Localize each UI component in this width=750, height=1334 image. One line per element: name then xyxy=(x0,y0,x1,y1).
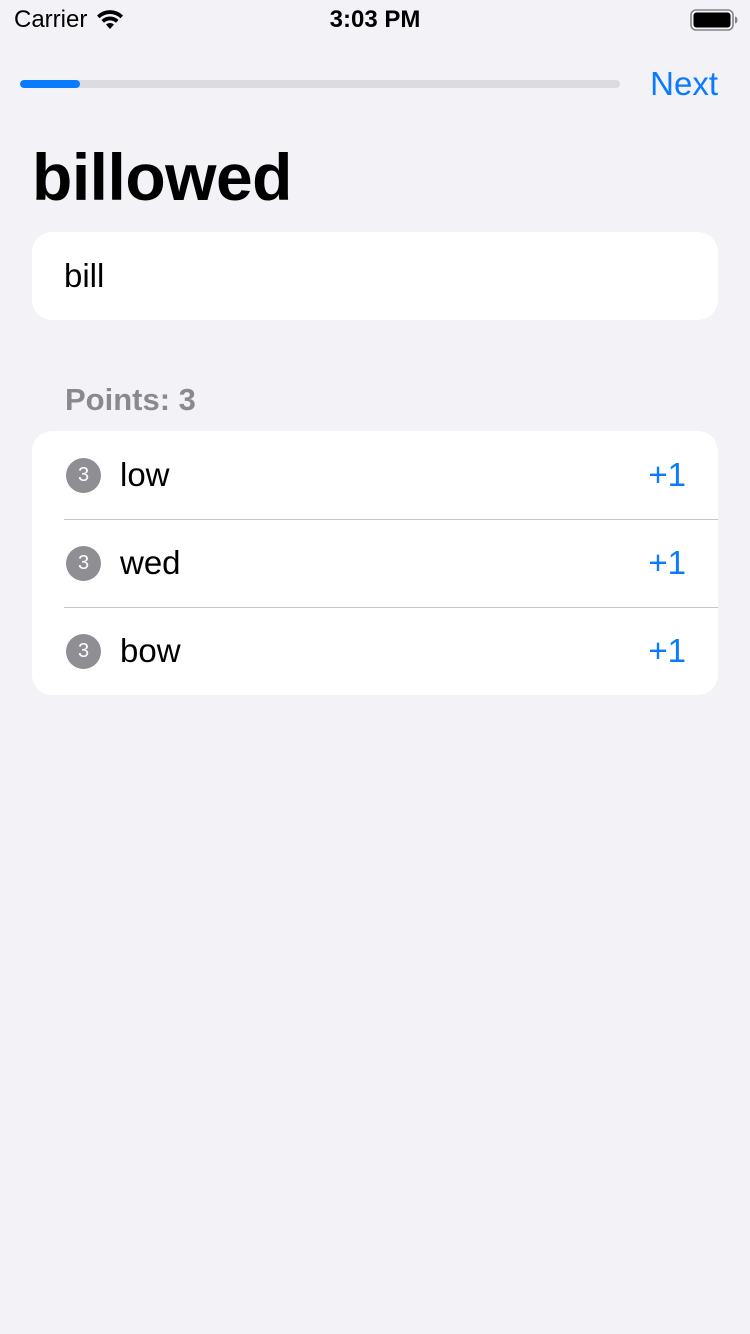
progress-fill xyxy=(20,80,80,88)
word-input-card xyxy=(32,232,718,320)
word-input[interactable] xyxy=(64,232,684,320)
list-item: 3 low +1 xyxy=(32,431,718,519)
word-list: 3 low +1 3 wed +1 3 bow +1 xyxy=(32,431,718,695)
score-label: +1 xyxy=(648,544,686,581)
score-label: +1 xyxy=(648,632,686,669)
word-label: low xyxy=(120,456,170,493)
battery-icon xyxy=(690,9,738,31)
status-time: 3:03 PM xyxy=(329,6,421,33)
page-title: billowed xyxy=(32,140,293,214)
word-label: wed xyxy=(120,544,181,581)
points-badge: 3 xyxy=(66,458,101,493)
score-label: +1 xyxy=(648,456,686,493)
navigation-bar: Next xyxy=(0,60,750,110)
points-header: Points: 3 xyxy=(65,382,196,417)
progress-bar xyxy=(20,80,620,88)
list-item: 3 bow +1 xyxy=(32,607,718,695)
list-item: 3 wed +1 xyxy=(32,519,718,607)
status-bar: Carrier 3:03 PM xyxy=(0,0,750,40)
next-button[interactable]: Next xyxy=(650,64,718,104)
word-label: bow xyxy=(120,632,181,669)
points-badge: 3 xyxy=(66,546,101,581)
points-badge: 3 xyxy=(66,634,101,669)
